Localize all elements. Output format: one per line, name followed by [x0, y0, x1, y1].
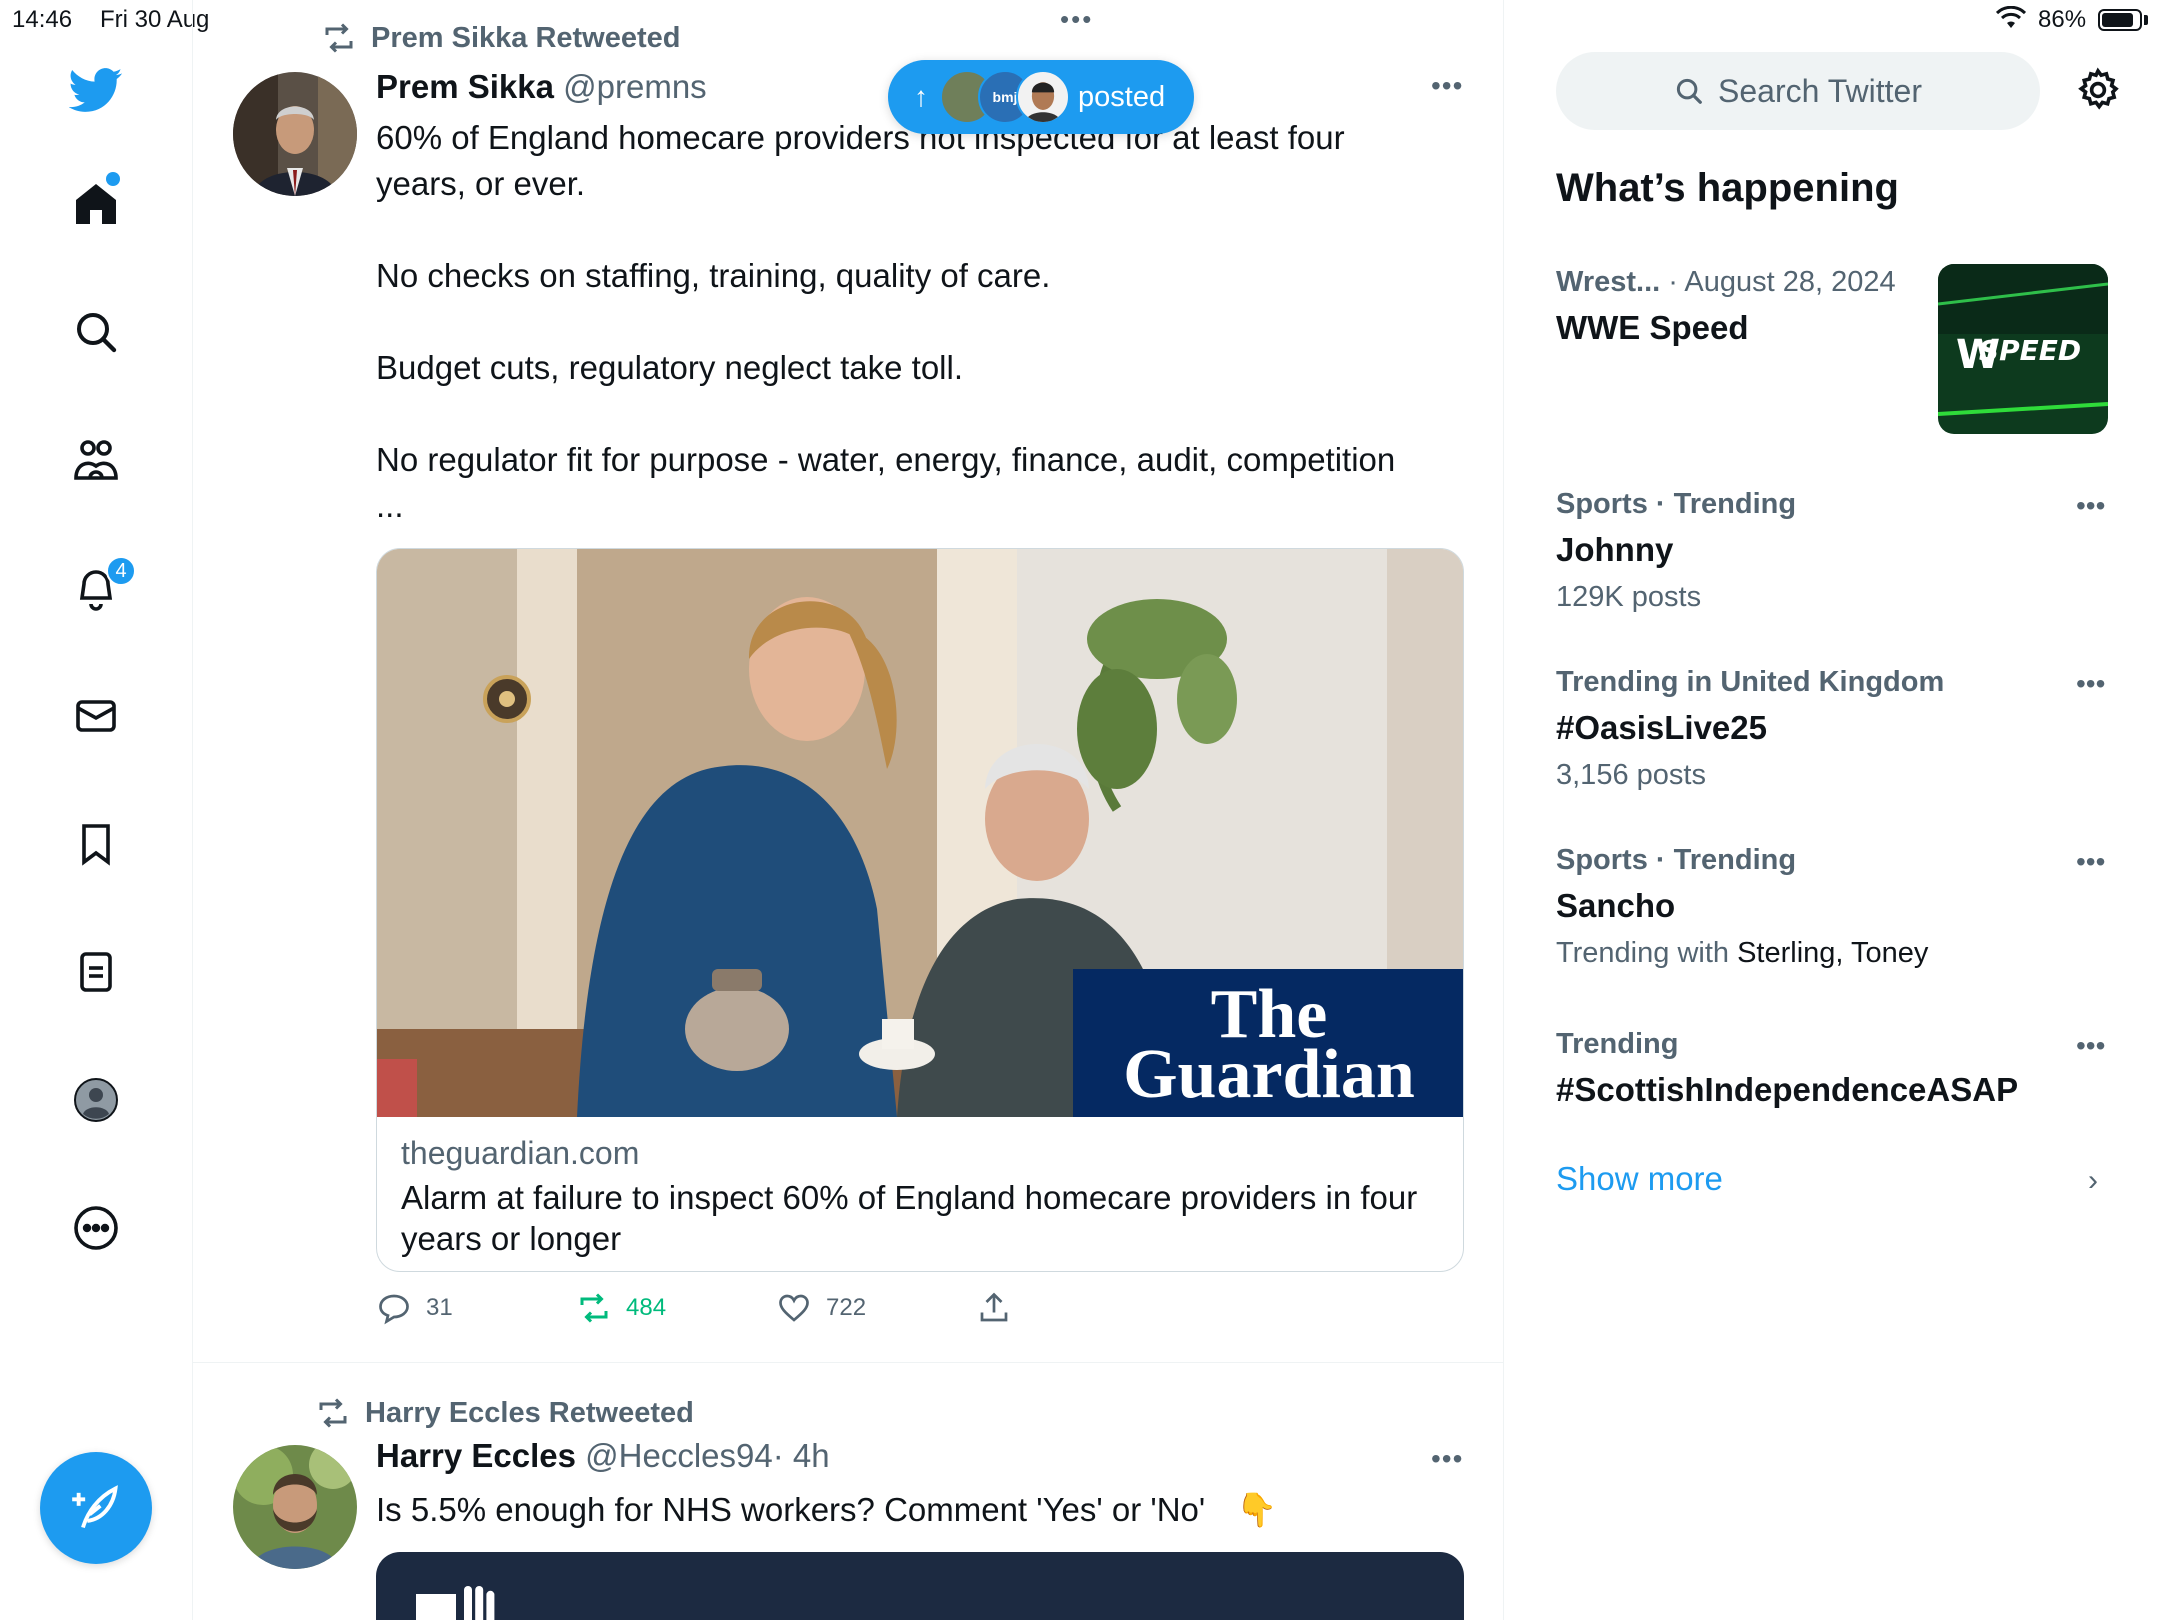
heart-icon	[779, 1294, 809, 1322]
trend-item[interactable]: Sports · Trending Sancho Trending with S…	[1556, 844, 2116, 970]
right-sidebar: Search Twitter What’s happening Wrest...…	[1504, 0, 2160, 1620]
reply-button[interactable]: 31	[376, 1290, 453, 1326]
trend-meta: Trending in United Kingdom	[1556, 666, 1945, 698]
tweet-more-options-icon[interactable]: •••	[1431, 1443, 1463, 1475]
profile-avatar-icon[interactable]	[66, 1070, 126, 1130]
tweet-paragraph: Budget cuts, regulatory neglect take tol…	[376, 349, 964, 386]
trend-with-names: Sterling, Toney	[1737, 937, 1929, 969]
tweet-paragraph: Is 5.5% enough for NHS workers? Comment …	[376, 1491, 1206, 1528]
card-title: Alarm at failure to inspect 60% of Engla…	[401, 1179, 1418, 1257]
tweet-text: Is 5.5% enough for NHS workers? Comment …	[376, 1487, 1406, 1533]
bookmark-icon[interactable]	[66, 814, 126, 874]
tweet-paragraph: 60% of England homecare providers not in…	[376, 119, 1345, 202]
trend-name: #OasisLive25	[1556, 709, 1767, 746]
trend-meta: Trending	[1556, 1028, 1679, 1060]
search-box[interactable]: Search Twitter	[1556, 52, 2040, 130]
trend-with-prefix: Trending with	[1556, 937, 1738, 969]
retweeted-by-label: Harry Eccles Retweeted	[365, 1396, 694, 1429]
trend-name: Johnny	[1556, 531, 1674, 568]
pointing-down-emoji: 👇	[1236, 1491, 1278, 1528]
trend-item[interactable]: Trending #ScottishIndependenceASAP	[1556, 1028, 2116, 1109]
pill-label: posted	[1078, 80, 1166, 113]
media-card[interactable]	[376, 1552, 1464, 1620]
trend-date: · August 28, 2024	[1660, 266, 1896, 298]
avatar[interactable]	[233, 72, 357, 196]
whats-happening-title: What’s happening	[1556, 166, 1899, 210]
retweet-icon	[319, 1398, 347, 1428]
tweet-more-options-icon[interactable]: •••	[1431, 70, 1463, 102]
trend-item[interactable]: Sports · Trending Johnny 129K posts	[1556, 488, 2116, 614]
tweet-header: Prem Sikka @premns	[376, 68, 707, 106]
twitter-logo-icon[interactable]	[66, 60, 126, 120]
trend-name: #ScottishIndependenceASAP	[1556, 1071, 2019, 1108]
author-name[interactable]: Prem Sikka	[376, 68, 554, 105]
tweet-header: Harry Eccles @Heccles94· 4h	[376, 1437, 830, 1475]
trend-more-options-icon[interactable]: •••	[2076, 1030, 2105, 1062]
lists-icon[interactable]	[66, 942, 126, 1002]
trend-more-options-icon[interactable]: •••	[2076, 668, 2105, 700]
author-name[interactable]: Harry Eccles	[376, 1437, 576, 1474]
search-placeholder: Search Twitter	[1718, 72, 1922, 109]
trend-category: Wrest...	[1556, 266, 1661, 298]
notifications-badge: 4	[106, 556, 136, 586]
tweet-divider	[193, 1362, 1503, 1363]
new-posts-pill[interactable]: ↑ bmj posted	[888, 60, 1194, 134]
communities-icon[interactable]	[66, 430, 126, 490]
trend-item[interactable]: Trending in United Kingdom #OasisLive25 …	[1556, 666, 2116, 792]
compose-tweet-button[interactable]	[40, 1452, 152, 1564]
left-nav: 4	[0, 0, 193, 1620]
card-domain: theguardian.com	[401, 1135, 640, 1171]
trend-name: Sancho	[1556, 887, 1676, 924]
tweet-time: · 4h	[772, 1437, 830, 1474]
reply-icon	[379, 1294, 409, 1325]
arrow-up-icon: ↑	[914, 81, 928, 112]
trend-more-options-icon[interactable]: •••	[2076, 490, 2105, 522]
tweet-actions: 31 484 722	[376, 1290, 1376, 1334]
reply-count: 31	[426, 1294, 453, 1321]
pill-avatars: bmj	[940, 70, 1070, 124]
tweet-paragraph: No checks on staffing, training, quality…	[376, 257, 1051, 294]
tweet-paragraph: No regulator fit for purpose - water, en…	[376, 441, 1396, 524]
search-icon[interactable]	[66, 302, 126, 362]
pill-avatar	[1016, 70, 1070, 124]
trend-post-count: 3,156 posts	[1556, 759, 1706, 791]
settings-gear-icon[interactable]	[2074, 66, 2122, 114]
retweet-count: 484	[626, 1294, 667, 1321]
author-handle[interactable]: @Heccles94	[585, 1437, 773, 1474]
avatar[interactable]	[233, 1445, 357, 1569]
wwe-w-logo: W	[1956, 332, 2000, 378]
share-icon	[980, 1292, 1008, 1322]
show-more-link[interactable]: Show more	[1556, 1160, 1723, 1198]
retweeted-by-label: Prem Sikka Retweeted	[371, 21, 681, 54]
trend-more-options-icon[interactable]: •••	[2076, 846, 2105, 878]
search-icon	[1676, 78, 1702, 104]
timeline[interactable]: Prem Sikka Retweeted Prem Sikka @premns …	[193, 0, 1504, 1620]
mail-icon[interactable]	[66, 686, 126, 746]
guardian-logo-guardian: Guardian	[1123, 1036, 1415, 1113]
media-thumbnail-graphic	[416, 1586, 495, 1620]
chevron-right-icon[interactable]: ›	[2088, 1164, 2098, 1198]
retweet-icon	[325, 23, 353, 53]
article-image[interactable]: The Guardian	[377, 549, 1463, 1117]
link-preview-card[interactable]: The Guardian theguardian.com Alarm at fa…	[376, 548, 1464, 1272]
trend-post-count: 129K posts	[1556, 581, 1702, 613]
home-unread-dot	[106, 172, 120, 186]
compose-feather-icon	[72, 1485, 118, 1529]
tweet-text: 60% of England homecare providers not in…	[376, 115, 1406, 529]
trend-meta: Sports · Trending	[1556, 844, 1797, 876]
retweet-button[interactable]: 484	[576, 1290, 666, 1326]
retweet-icon	[580, 1293, 608, 1323]
like-button[interactable]: 722	[776, 1290, 866, 1326]
author-handle[interactable]: @premns	[563, 68, 707, 105]
retweet-context: Harry Eccles Retweeted	[315, 1395, 694, 1431]
retweet-context: Prem Sikka Retweeted	[321, 20, 680, 56]
trend-meta: Sports · Trending	[1556, 488, 1797, 520]
share-button[interactable]	[976, 1290, 1012, 1326]
trend-thumbnail[interactable]: SPEED W	[1938, 264, 2108, 434]
more-options-icon[interactable]	[66, 1198, 126, 1258]
like-count: 722	[826, 1294, 867, 1321]
